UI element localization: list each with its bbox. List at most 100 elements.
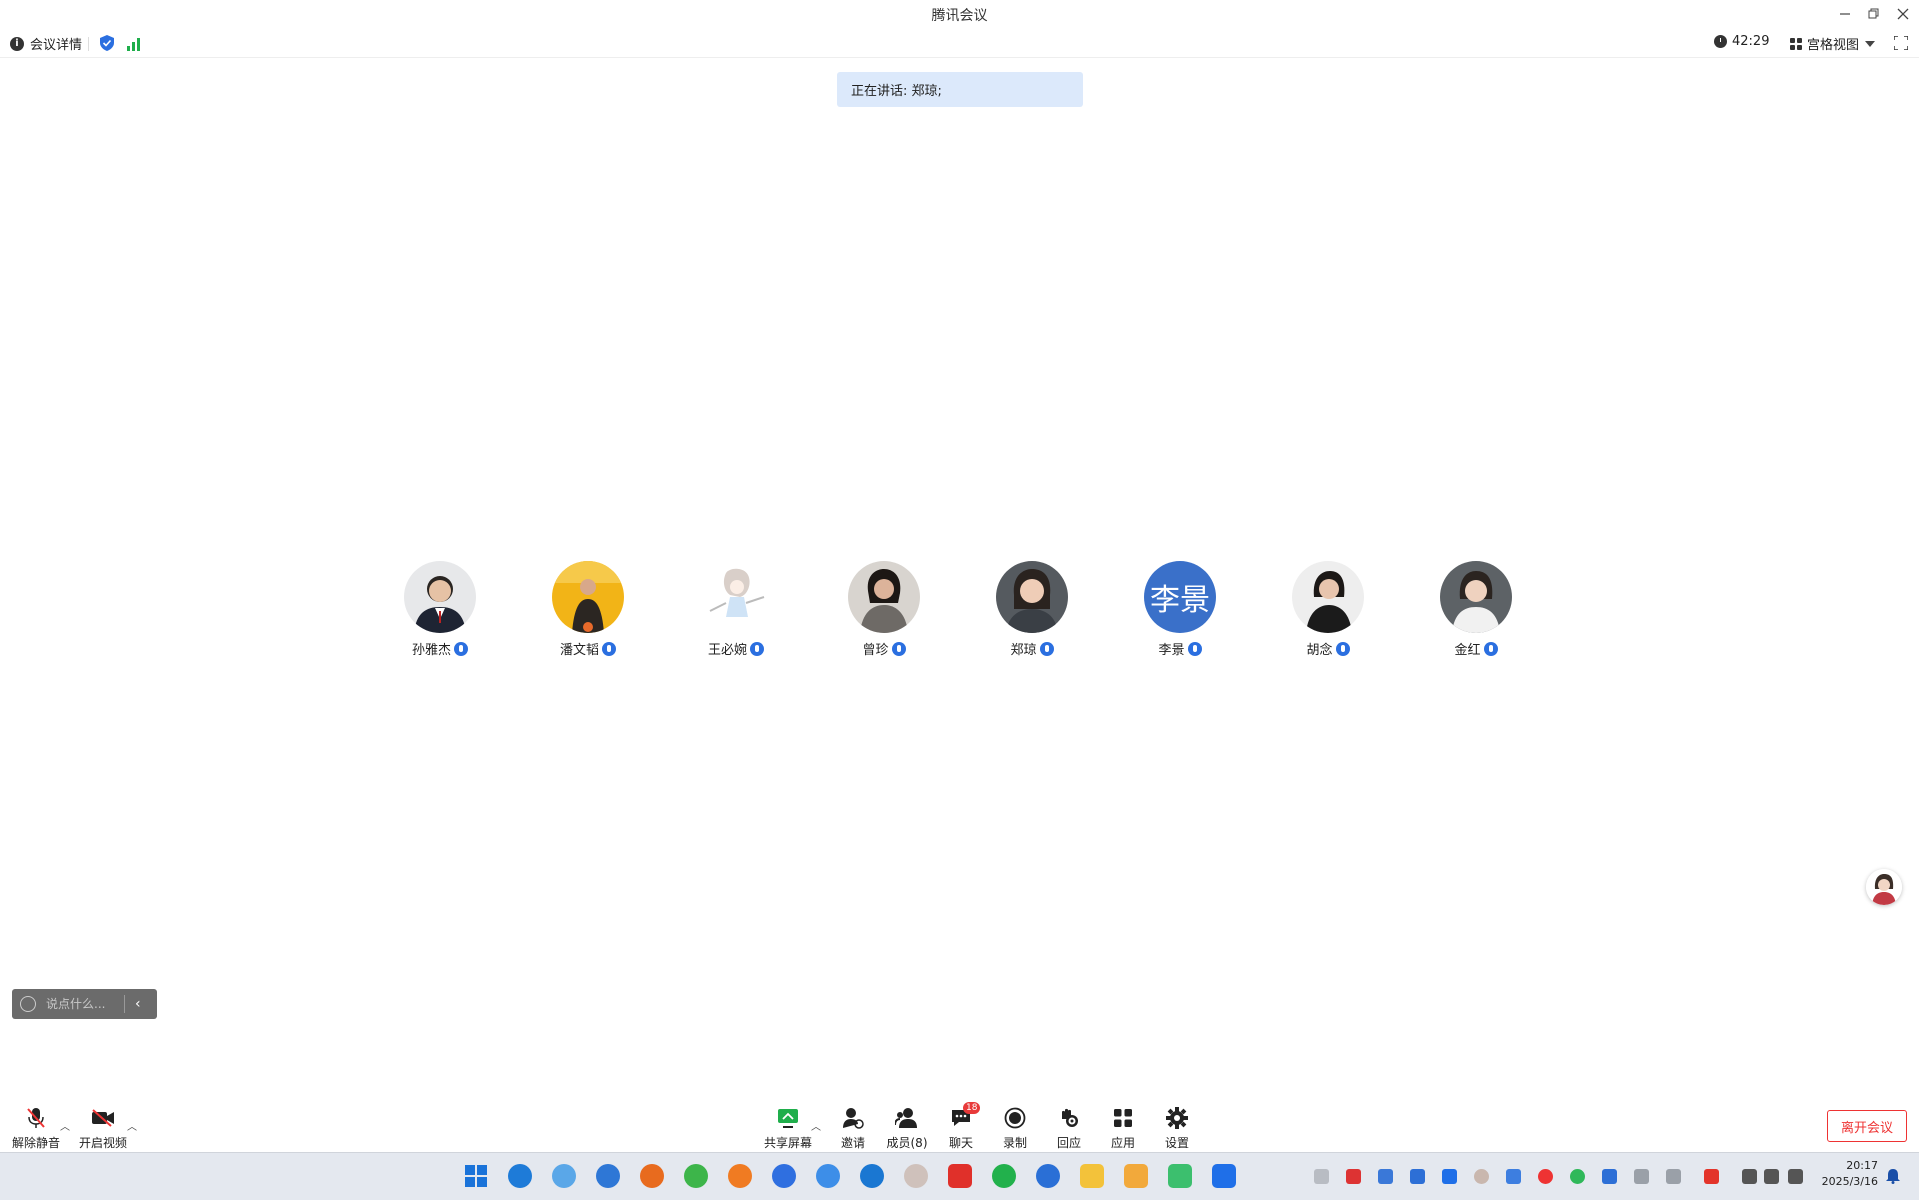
share-options-caret[interactable]: ︿ xyxy=(811,1118,821,1133)
start-video-button[interactable]: 开启视频 xyxy=(75,1106,131,1151)
audio-options-caret[interactable]: ︿ xyxy=(60,1118,70,1133)
windows-start-icon[interactable] xyxy=(464,1164,488,1188)
timer-value: 42:29 xyxy=(1732,34,1770,49)
edge-browser-icon[interactable] xyxy=(508,1164,532,1188)
participant-tile[interactable]: 孙雅杰 xyxy=(380,561,500,658)
video-options-caret[interactable]: ︿ xyxy=(127,1118,137,1133)
invite-button[interactable]: 邀请 xyxy=(825,1106,881,1151)
system-clock[interactable]: 20:17 2025/3/16 xyxy=(1814,1158,1878,1190)
wechat-icon[interactable] xyxy=(992,1164,1016,1188)
avatar xyxy=(848,561,920,633)
browser-app-icon[interactable] xyxy=(552,1164,576,1188)
mic-icon xyxy=(1335,641,1350,656)
settings-label: 设置 xyxy=(1164,1136,1189,1150)
image-viewer-icon[interactable] xyxy=(1124,1164,1148,1188)
wifi-icon[interactable] xyxy=(1742,1169,1757,1184)
tray-icon[interactable] xyxy=(1378,1169,1393,1184)
view-mode-dropdown[interactable]: 宫格视图 xyxy=(1790,34,1876,53)
tencent-meeting-taskbar-icon[interactable] xyxy=(1212,1164,1236,1188)
participant-tile[interactable]: 李景 李景 xyxy=(1120,561,1240,658)
battery-icon[interactable] xyxy=(1788,1169,1803,1184)
internet-explorer-icon[interactable] xyxy=(816,1164,840,1188)
participant-tile[interactable]: 潘文韬 xyxy=(528,561,648,658)
input-method-icon[interactable] xyxy=(1666,1169,1681,1184)
window-title: 腾讯会议 xyxy=(931,8,988,24)
participant-tile[interactable]: 胡念 xyxy=(1268,561,1388,658)
view-mode-label: 宫格视图 xyxy=(1807,38,1860,53)
gear-icon xyxy=(1166,1107,1188,1129)
share-screen-icon xyxy=(778,1109,798,1128)
sogou-input-icon[interactable] xyxy=(1704,1169,1719,1184)
meeting-info-bar: i 会议详情 42:29 宫格视图 xyxy=(0,29,1919,58)
tray-icon[interactable] xyxy=(1442,1169,1457,1184)
tray-icon[interactable] xyxy=(1314,1169,1329,1184)
user-photo-app-icon[interactable] xyxy=(904,1164,928,1188)
grid-view-icon xyxy=(1790,37,1802,50)
chat-button[interactable]: 18 聊天 xyxy=(933,1102,989,1151)
avatar xyxy=(404,561,476,633)
avatar xyxy=(552,561,624,633)
participant-tile[interactable]: 郑琼 xyxy=(972,561,1092,658)
file-explorer-icon[interactable] xyxy=(1080,1164,1104,1188)
remote-desktop-icon[interactable] xyxy=(1168,1164,1192,1188)
reactions-button[interactable]: 回应 xyxy=(1041,1106,1097,1151)
close-button[interactable] xyxy=(1888,0,1918,28)
chat-input[interactable] xyxy=(44,996,118,1012)
clock-time: 20:17 xyxy=(1846,1159,1878,1172)
tray-icon[interactable] xyxy=(1570,1169,1585,1184)
close-icon xyxy=(1897,8,1909,20)
sogou-icon[interactable] xyxy=(1036,1164,1060,1188)
notification-bell-icon[interactable] xyxy=(1885,1168,1901,1188)
participant-name: 潘文韬 xyxy=(559,643,599,658)
tray-icon[interactable] xyxy=(1474,1169,1489,1184)
speaking-text: 正在讲话: 郑琼; xyxy=(851,84,942,99)
unmute-button[interactable]: 解除静音 xyxy=(8,1106,64,1151)
volume-icon[interactable] xyxy=(1764,1169,1779,1184)
invite-label: 邀请 xyxy=(840,1136,865,1150)
participant-name: 曾珍 xyxy=(862,643,889,658)
tray-icon[interactable] xyxy=(1410,1169,1425,1184)
settings-button[interactable]: 设置 xyxy=(1149,1106,1205,1151)
participant-tile[interactable]: 王必婉 xyxy=(676,561,796,658)
edge-legacy-icon[interactable] xyxy=(860,1164,884,1188)
microphone-icon[interactable] xyxy=(1634,1169,1649,1184)
restore-button[interactable] xyxy=(1859,0,1889,28)
mic-icon xyxy=(454,641,468,656)
record-label: 录制 xyxy=(1002,1136,1027,1150)
app-blue-circle-icon[interactable] xyxy=(772,1164,796,1188)
firefox-icon[interactable] xyxy=(640,1164,664,1188)
members-button[interactable]: 成员(8) xyxy=(879,1106,935,1151)
avatar: 李景 xyxy=(1144,561,1216,633)
collapse-chat-button[interactable]: ‹ xyxy=(135,996,141,1012)
apps-grid-icon xyxy=(1114,1109,1132,1127)
record-button[interactable]: 录制 xyxy=(987,1106,1043,1151)
bluetooth-icon[interactable] xyxy=(1602,1169,1617,1184)
reactions-label: 回应 xyxy=(1056,1136,1081,1150)
avatar xyxy=(1440,561,1512,633)
fullscreen-button[interactable] xyxy=(1893,35,1909,54)
emoji-icon[interactable] xyxy=(20,996,36,1012)
self-view-avatar[interactable] xyxy=(1866,869,1902,905)
sogou-browser-icon[interactable] xyxy=(596,1164,620,1188)
network-signal-icon[interactable] xyxy=(127,36,141,55)
meeting-details-button[interactable]: i 会议详情 xyxy=(10,34,82,53)
tray-icon[interactable] xyxy=(1538,1169,1553,1184)
participant-tile[interactable]: 曾珍 xyxy=(824,561,944,658)
unmute-label: 解除静音 xyxy=(11,1136,60,1150)
wps-icon[interactable] xyxy=(948,1164,972,1188)
share-screen-button[interactable]: 共享屏幕 xyxy=(760,1106,816,1151)
security-shield-icon[interactable] xyxy=(100,35,114,55)
ie-green-icon[interactable] xyxy=(684,1164,708,1188)
chat-label: 聊天 xyxy=(948,1136,973,1150)
tray-icon[interactable] xyxy=(1346,1169,1361,1184)
participant-name: 胡念 xyxy=(1306,643,1333,658)
participant-name: 孙雅杰 xyxy=(411,643,451,658)
leave-meeting-button[interactable]: 离开会议 xyxy=(1827,1110,1907,1142)
tray-icon[interactable] xyxy=(1506,1169,1521,1184)
apps-button[interactable]: 应用 xyxy=(1095,1106,1151,1151)
participant-tile[interactable]: 金红 xyxy=(1416,561,1536,658)
invite-user-icon xyxy=(843,1108,864,1129)
app-orange-icon[interactable] xyxy=(728,1164,752,1188)
minimize-button[interactable] xyxy=(1830,0,1860,28)
minimize-icon xyxy=(1840,13,1850,15)
